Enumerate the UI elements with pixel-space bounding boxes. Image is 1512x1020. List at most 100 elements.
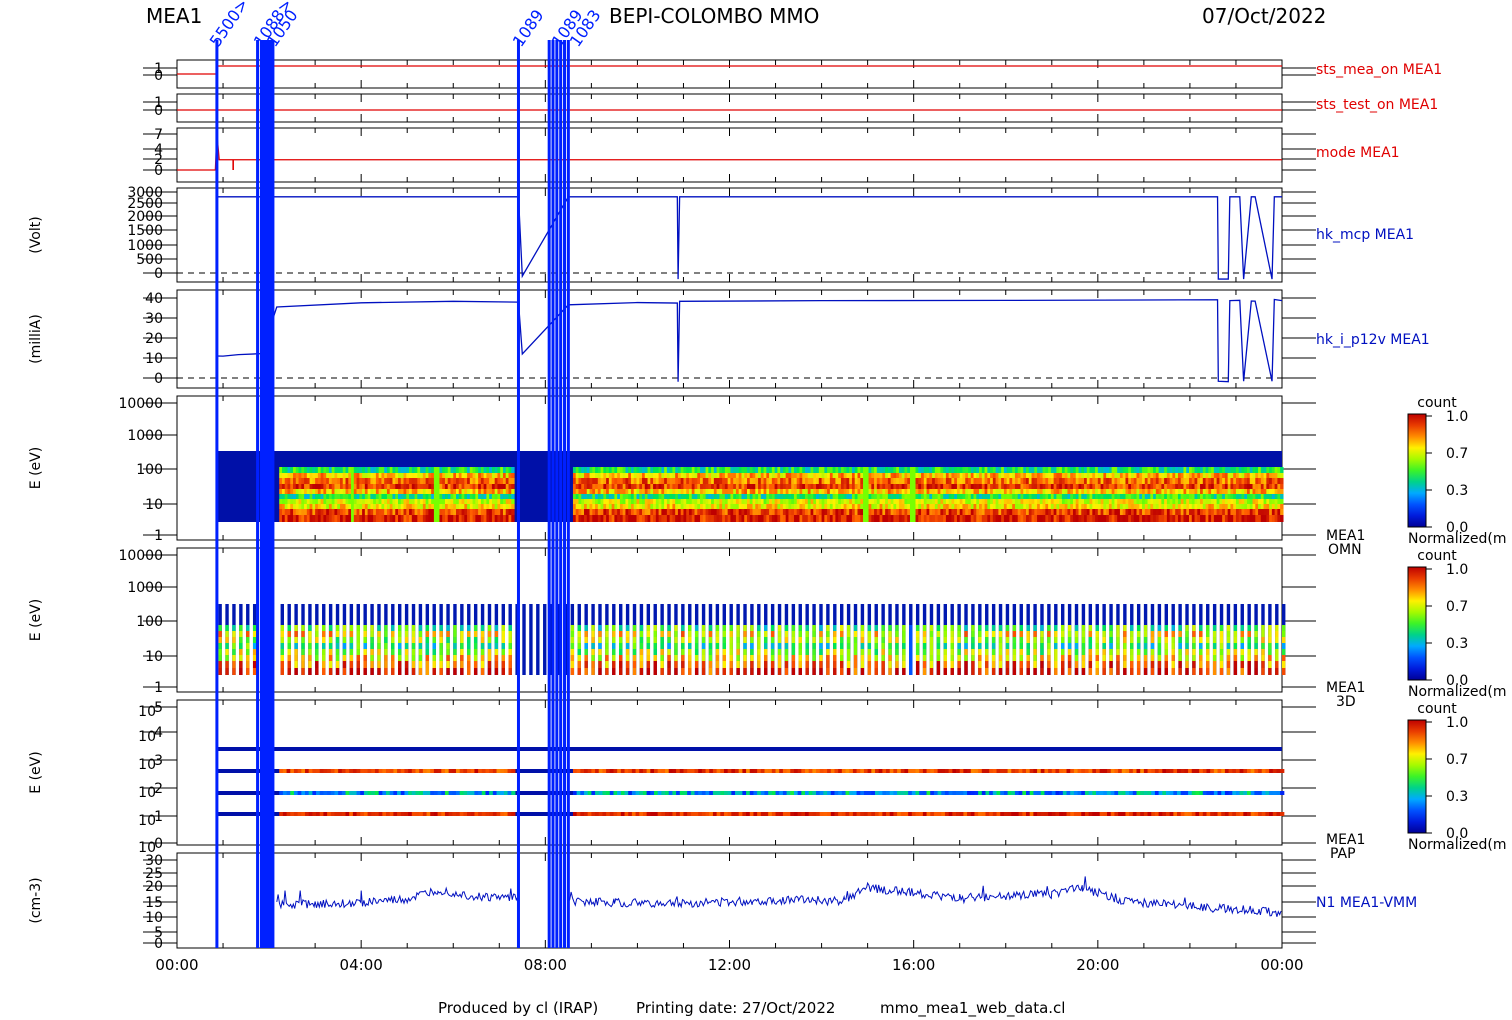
- spectrogram-cell: [342, 655, 347, 661]
- spectrogram-cell: [239, 631, 243, 637]
- spectrogram-cell: [508, 668, 512, 675]
- spectrogram-cell: [998, 625, 1003, 631]
- spectrogram-cell: [909, 637, 913, 643]
- spectrogram-cell: [860, 668, 865, 675]
- spectrogram-cell: [1280, 504, 1284, 509]
- spectrogram-cell: [750, 637, 754, 643]
- spectrogram-cell: [846, 643, 851, 649]
- spectrogram-cell: [660, 625, 664, 631]
- spectrogram-cell: [833, 661, 837, 668]
- spectrogram-cell: [315, 661, 319, 668]
- spectrogram-cell: [909, 631, 913, 637]
- spectrogram-cell: [853, 649, 858, 655]
- spectrogram-cell: [501, 655, 505, 661]
- spectrogram-cell: [701, 649, 706, 655]
- spectrogram-cell: [715, 625, 720, 631]
- spectrogram-cell: [978, 668, 982, 675]
- spectrogram-cell: [743, 661, 747, 668]
- spectrogram-cell: [460, 649, 464, 655]
- y-tick-label: 15: [145, 895, 163, 911]
- spectrogram-cell: [964, 631, 968, 637]
- spectrogram-cell: [895, 625, 899, 631]
- spectrogram-cell: [653, 655, 657, 661]
- spectrogram-cell: [860, 655, 865, 661]
- y-tick-label: 10: [145, 497, 163, 513]
- spectrogram-cell: [246, 625, 250, 631]
- spectrogram-cell: [798, 637, 802, 643]
- spectrogram-cell: [978, 655, 982, 661]
- spectrogram-cell: [646, 637, 651, 643]
- spectrogram-cell: [252, 631, 257, 637]
- spectrogram-cell: [619, 661, 623, 668]
- spectrogram-cell: [770, 637, 775, 643]
- spectrogram-cell: [909, 643, 913, 649]
- spectrogram-cell: [225, 649, 229, 655]
- spectrogram-cell: [501, 668, 505, 675]
- spectrogram-cell: [840, 631, 844, 637]
- spectrogram-cell: [322, 625, 326, 631]
- spectrogram-cell: [895, 643, 899, 649]
- spectrogram-cell: [667, 643, 671, 649]
- spectrogram-cell: [929, 661, 934, 668]
- spectrogram-cell: [294, 655, 298, 661]
- spectrogram-cell: [363, 631, 367, 637]
- spectrogram-cell: [232, 643, 236, 649]
- y-tick-label: 10: [145, 910, 163, 926]
- spectrogram-cell: [819, 625, 823, 631]
- spectrogram-cell: [660, 661, 664, 668]
- spectrogram-cell: [308, 649, 312, 655]
- spectrogram-cell: [508, 637, 512, 643]
- spectrogram-cell: [232, 631, 236, 637]
- spectrogram-cell: [653, 625, 657, 631]
- spectrogram-cell: [218, 655, 222, 661]
- spectrogram-cell: [1019, 649, 1023, 655]
- spectrogram-cell: [218, 661, 222, 668]
- spectrogram-cell: [915, 643, 920, 649]
- spectrogram-cell: [950, 637, 954, 643]
- spectrogram-cell: [688, 668, 692, 675]
- spectrogram-cell: [991, 649, 996, 655]
- spectrogram-cell: [708, 661, 713, 668]
- spectrogram-cell: [377, 637, 381, 643]
- spectrogram-cell: [404, 655, 409, 661]
- panel-frame: [176, 187, 1283, 283]
- spectrogram-cell: [356, 668, 360, 675]
- spectrogram-cell: [736, 649, 740, 655]
- spectrogram-cell: [335, 661, 340, 668]
- spectrogram-cell: [874, 649, 878, 655]
- spectrogram-cell: [322, 643, 326, 649]
- spectrogram-cell: [791, 631, 796, 637]
- spectrogram-cell: [280, 668, 284, 675]
- y-tick-label: 1: [154, 528, 163, 544]
- spectrogram-cell: [1012, 637, 1017, 643]
- spectrogram-cell: [895, 655, 899, 661]
- spectrogram-cell: [404, 643, 409, 649]
- spectrogram-cell: [349, 625, 354, 631]
- spectrogram-cell: [508, 649, 512, 655]
- spectrogram-cell: [1019, 625, 1023, 631]
- spectrogram-cell: [971, 649, 975, 655]
- spectrogram-cell: [826, 625, 830, 631]
- spectrogram-cell: [1012, 668, 1017, 675]
- spectrogram-cell: [411, 661, 416, 668]
- spectrogram-cell: [853, 668, 858, 675]
- spectrogram-cell: [246, 637, 250, 643]
- spectrogram-cell: [252, 668, 257, 675]
- spectrogram-cell: [328, 661, 333, 668]
- spectrogram-cell: [252, 637, 257, 643]
- spectrogram-cell: [653, 643, 657, 649]
- spectrogram-cell: [1026, 643, 1030, 649]
- spectrogram-cell: [315, 637, 319, 643]
- spectrogram-cell: [570, 661, 575, 668]
- spectrogram-cell: [929, 631, 934, 637]
- spectrogram-cell: [957, 643, 961, 649]
- spectrogram-cell: [943, 631, 947, 637]
- spectrogram-cell: [335, 668, 340, 675]
- spectrogram-cell: [632, 649, 637, 655]
- spectrogram-cell: [964, 649, 968, 655]
- spectrogram-cell: [743, 668, 747, 675]
- spectrogram-cell: [881, 649, 885, 655]
- spectrogram-cell: [888, 661, 892, 668]
- spectrogram-cell: [598, 655, 602, 661]
- spectrogram-cell: [467, 661, 471, 668]
